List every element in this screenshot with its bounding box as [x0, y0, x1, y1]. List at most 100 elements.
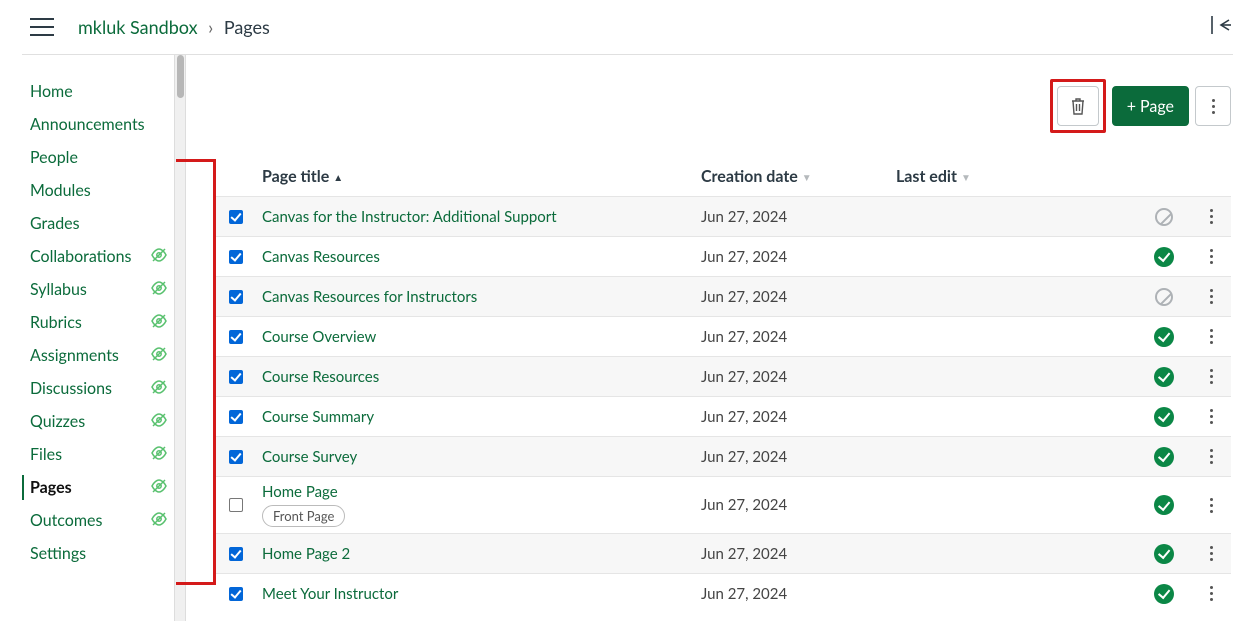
nav-label: Settings	[30, 544, 86, 563]
nav-item-files[interactable]: Files	[0, 438, 175, 471]
row-created-date: Jun 27, 2024	[701, 248, 896, 266]
published-icon[interactable]	[1154, 327, 1174, 347]
row-checkbox[interactable]	[229, 290, 243, 304]
delete-highlight-annotation	[1050, 79, 1106, 133]
nav-item-syllabus[interactable]: Syllabus	[0, 273, 175, 306]
row-more-menu[interactable]	[1210, 329, 1213, 344]
nav-label: Quizzes	[30, 412, 85, 431]
page-title-link[interactable]: Home Page	[262, 483, 338, 501]
nav-item-assignments[interactable]: Assignments	[0, 339, 175, 372]
hidden-eye-icon	[151, 281, 167, 298]
hidden-eye-icon	[151, 479, 167, 496]
published-icon[interactable]	[1154, 584, 1174, 604]
row-more-menu[interactable]	[1210, 546, 1213, 561]
row-checkbox[interactable]	[229, 410, 243, 424]
nav-item-grades[interactable]: Grades	[0, 207, 175, 240]
published-icon[interactable]	[1154, 367, 1174, 387]
top-bar: mkluk Sandbox › Pages	[0, 0, 1255, 54]
nav-label: Outcomes	[30, 511, 102, 530]
header-page-title[interactable]: Page title▲	[258, 167, 701, 186]
nav-item-discussions[interactable]: Discussions	[0, 372, 175, 405]
header-select-all[interactable]	[214, 167, 258, 186]
hidden-eye-icon	[151, 446, 167, 463]
row-created-date: Jun 27, 2024	[701, 496, 896, 514]
nav-item-settings[interactable]: Settings	[0, 537, 175, 570]
page-title-link[interactable]: Canvas for the Instructor: Additional Su…	[262, 208, 557, 226]
row-more-menu[interactable]	[1210, 586, 1213, 601]
hamburger-menu-icon[interactable]	[30, 18, 54, 36]
page-title-link[interactable]: Canvas Resources for Instructors	[262, 288, 477, 306]
published-icon[interactable]	[1154, 447, 1174, 467]
nav-item-home[interactable]: Home	[0, 75, 175, 108]
row-checkbox[interactable]	[229, 547, 243, 561]
published-icon[interactable]	[1154, 247, 1174, 267]
page-title-link[interactable]: Canvas Resources	[262, 248, 380, 266]
add-page-button[interactable]: + Page	[1112, 86, 1189, 126]
row-more-menu[interactable]	[1210, 249, 1213, 264]
row-more-menu[interactable]	[1210, 409, 1213, 424]
row-checkbox[interactable]	[229, 210, 243, 224]
row-title-cell: Canvas Resources for Instructors	[258, 288, 701, 306]
nav-label: People	[30, 148, 78, 167]
row-more-menu[interactable]	[1210, 369, 1213, 384]
breadcrumb-course[interactable]: mkluk Sandbox	[78, 16, 198, 38]
row-more-menu[interactable]	[1210, 209, 1213, 224]
nav-item-collaborations[interactable]: Collaborations	[0, 240, 175, 273]
nav-item-pages[interactable]: Pages	[0, 471, 175, 504]
nav-item-quizzes[interactable]: Quizzes	[0, 405, 175, 438]
nav-item-rubrics[interactable]: Rubrics	[0, 306, 175, 339]
collapse-sidebar-icon[interactable]	[1211, 16, 1231, 38]
header-last-edit[interactable]: Last edit▼	[896, 167, 1136, 186]
row-title-cell: Course Overview	[258, 328, 701, 346]
published-icon[interactable]	[1154, 495, 1174, 515]
row-created-date: Jun 27, 2024	[701, 328, 896, 346]
row-title-cell: Home Page 2	[258, 545, 701, 563]
course-nav-sidebar: Home Announcements People ModulesGradesColl…	[0, 55, 176, 621]
row-created-date: Jun 27, 2024	[701, 208, 896, 226]
checkbox-highlight-annotation	[176, 159, 216, 585]
nav-item-modules[interactable]: Modules	[0, 174, 175, 207]
page-title-link[interactable]: Home Page 2	[262, 545, 350, 563]
row-checkbox[interactable]	[229, 370, 243, 384]
nav-item-announcements[interactable]: Announcements	[0, 108, 175, 141]
breadcrumb-page: Pages	[224, 16, 270, 38]
page-title-link[interactable]: Course Resources	[262, 368, 379, 386]
row-created-date: Jun 27, 2024	[701, 545, 896, 563]
unpublished-icon[interactable]	[1155, 288, 1173, 306]
nav-item-people[interactable]: People	[0, 141, 175, 174]
delete-button[interactable]	[1057, 86, 1099, 126]
pages-table: Page title▲ Creation date▼ Last edit▼ Ca…	[214, 161, 1231, 613]
nav-label: Announcements	[30, 115, 145, 134]
more-options-button[interactable]	[1195, 86, 1231, 126]
row-checkbox[interactable]	[229, 330, 243, 344]
page-title-link[interactable]: Course Overview	[262, 328, 376, 346]
published-icon[interactable]	[1154, 544, 1174, 564]
published-icon[interactable]	[1154, 407, 1174, 427]
row-more-menu[interactable]	[1210, 449, 1213, 464]
row-checkbox[interactable]	[229, 450, 243, 464]
unpublished-icon[interactable]	[1155, 208, 1173, 226]
row-more-menu[interactable]	[1210, 498, 1213, 513]
row-checkbox[interactable]	[229, 498, 243, 512]
row-more-menu[interactable]	[1210, 289, 1213, 304]
table-row: Home PageFront PageJun 27, 2024	[214, 476, 1231, 533]
row-checkbox[interactable]	[229, 587, 243, 601]
row-created-date: Jun 27, 2024	[701, 408, 896, 426]
sort-icon: ▼	[802, 172, 812, 184]
table-header-row: Page title▲ Creation date▼ Last edit▼	[214, 161, 1231, 196]
nav-item-outcomes[interactable]: Outcomes	[0, 504, 175, 537]
row-checkbox[interactable]	[229, 250, 243, 264]
header-creation-date[interactable]: Creation date▼	[701, 167, 896, 186]
row-created-date: Jun 27, 2024	[701, 585, 896, 603]
hidden-eye-icon	[151, 380, 167, 397]
row-title-cell: Canvas for the Instructor: Additional Su…	[258, 208, 701, 226]
row-title-cell: Course Survey	[258, 448, 701, 466]
page-title-link[interactable]: Meet Your Instructor	[262, 585, 398, 603]
sort-asc-icon: ▲	[333, 172, 343, 184]
page-title-link[interactable]: Course Survey	[262, 448, 357, 466]
breadcrumb-separator: ›	[208, 16, 213, 38]
row-created-date: Jun 27, 2024	[701, 288, 896, 306]
hidden-eye-icon	[151, 512, 167, 529]
nav-label: Assignments	[30, 346, 119, 365]
page-title-link[interactable]: Course Summary	[262, 408, 374, 426]
